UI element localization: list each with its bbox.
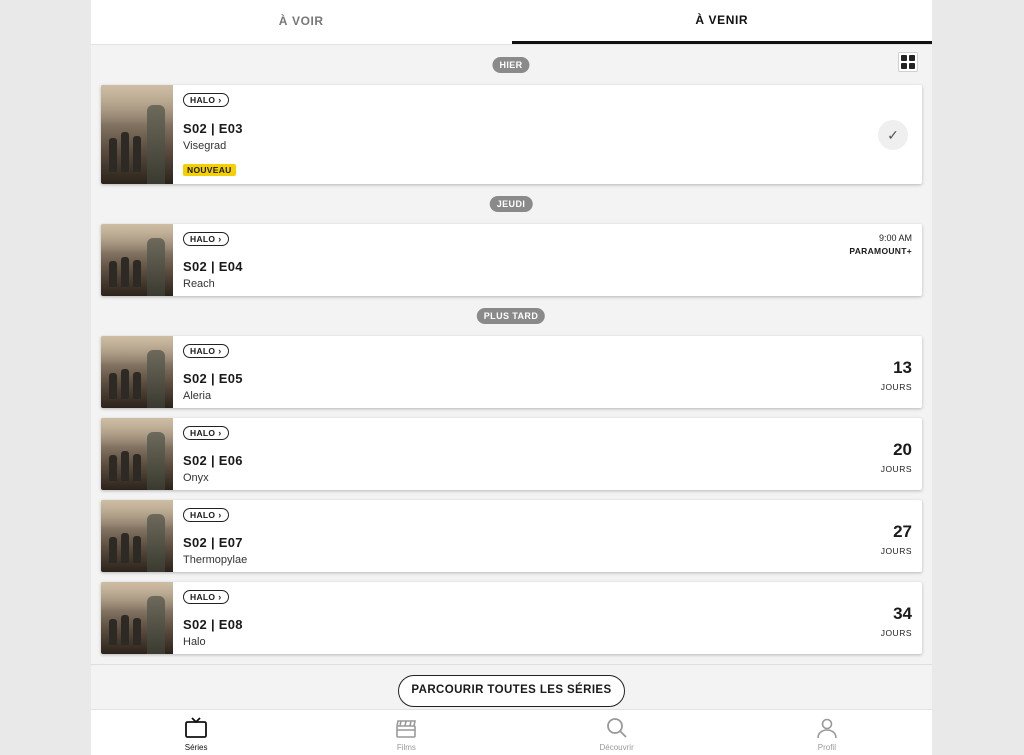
days-unit: JOURS xyxy=(880,546,912,556)
episode-thumbnail xyxy=(101,224,173,296)
chevron-right-icon: › xyxy=(218,234,222,244)
days-countdown: 27 JOURS xyxy=(881,522,912,556)
episode-number: S02 | E06 xyxy=(183,453,243,468)
days-count: 27 xyxy=(893,522,912,541)
user-icon xyxy=(817,718,837,739)
show-name: HALO xyxy=(190,234,216,244)
new-badge: NOUVEAU xyxy=(183,164,236,176)
show-tag-halo[interactable]: HALO › xyxy=(183,344,229,358)
days-countdown: 20 JOURS xyxy=(881,440,912,474)
show-name: HALO xyxy=(190,95,216,105)
episode-title: Thermopylae xyxy=(183,554,248,566)
episode-card[interactable]: HALO › S02 | E03 Visegrad NOUVEAU ✓ xyxy=(101,85,922,184)
days-unit: JOURS xyxy=(880,628,912,638)
nav-label: Profil xyxy=(817,743,836,752)
network-name: PARAMOUNT+ xyxy=(849,246,912,256)
show-tag-halo[interactable]: HALO › xyxy=(183,508,229,522)
episode-card[interactable]: HALO › S02 | E07 Thermopylae 27 JOURS xyxy=(101,500,922,572)
episode-thumbnail xyxy=(101,582,173,654)
episode-card[interactable]: HALO › S02 | E05 Aleria 13 JOURS xyxy=(101,336,922,408)
section-label-later: PLUS TARD xyxy=(476,308,546,324)
episode-card[interactable]: HALO › S02 | E04 Reach 9:00 AM PARAMOUNT… xyxy=(101,224,922,296)
episode-title: Aleria xyxy=(183,390,212,402)
tab-to-watch[interactable]: À VOIR xyxy=(91,0,512,44)
show-tag-halo[interactable]: HALO › xyxy=(183,93,229,107)
air-time-block: 9:00 AM PARAMOUNT+ xyxy=(849,233,912,256)
episode-title: Halo xyxy=(183,636,206,648)
tab-bar: À VOIR À VENIR xyxy=(91,0,932,45)
days-countdown: 13 JOURS xyxy=(881,358,912,392)
tv-icon xyxy=(185,717,208,738)
nav-label: Découvrir xyxy=(599,743,634,752)
show-tag-halo[interactable]: HALO › xyxy=(183,590,229,604)
nav-series[interactable]: Séries xyxy=(91,710,301,755)
days-count: 34 xyxy=(893,604,912,623)
nav-discover[interactable]: Découvrir xyxy=(512,710,722,755)
app-container: À VOIR À VENIR HIER HALO › S02 | E03 Vis… xyxy=(91,0,932,755)
chevron-right-icon: › xyxy=(218,592,222,602)
section-label-thursday: JEUDI xyxy=(489,196,533,212)
episode-title: Onyx xyxy=(183,472,209,484)
days-count: 13 xyxy=(893,358,912,377)
nav-label: Séries xyxy=(184,743,208,752)
episode-thumbnail xyxy=(101,418,173,490)
divider xyxy=(91,664,932,665)
episode-number: S02 | E05 xyxy=(183,371,243,386)
episode-card[interactable]: HALO › S02 | E06 Onyx 20 JOURS xyxy=(101,418,922,490)
episode-thumbnail xyxy=(101,85,173,184)
chevron-right-icon: › xyxy=(218,428,222,438)
episode-number: S02 | E07 xyxy=(183,535,243,550)
show-tag-halo[interactable]: HALO › xyxy=(183,426,229,440)
episode-thumbnail xyxy=(101,500,173,572)
show-name: HALO xyxy=(190,346,216,356)
days-count: 20 xyxy=(893,440,912,459)
episode-card[interactable]: HALO › S02 | E08 Halo 34 JOURS xyxy=(101,582,922,654)
grid-view-icon[interactable] xyxy=(898,52,918,72)
days-countdown: 34 JOURS xyxy=(881,604,912,638)
chevron-right-icon: › xyxy=(218,510,222,520)
section-label-yesterday: HIER xyxy=(492,57,530,73)
nav-label: Films xyxy=(396,743,416,752)
episode-thumbnail xyxy=(101,336,173,408)
chevron-right-icon: › xyxy=(218,95,222,105)
show-name: HALO xyxy=(190,592,216,602)
show-tag-halo[interactable]: HALO › xyxy=(183,232,229,246)
clapperboard-icon xyxy=(396,720,417,738)
show-name: HALO xyxy=(190,428,216,438)
episode-number: S02 | E04 xyxy=(183,259,243,274)
days-unit: JOURS xyxy=(880,382,912,392)
episode-number: S02 | E03 xyxy=(183,121,243,136)
episode-title: Visegrad xyxy=(183,140,227,152)
episode-title: Reach xyxy=(183,278,215,290)
episode-number: S02 | E08 xyxy=(183,617,243,632)
bottom-nav: Séries Films Découvrir Profil xyxy=(91,709,932,755)
chevron-right-icon: › xyxy=(218,346,222,356)
show-name: HALO xyxy=(190,510,216,520)
tab-upcoming[interactable]: À VENIR xyxy=(511,0,932,44)
air-time: 9:00 AM xyxy=(878,233,912,243)
search-icon xyxy=(606,718,627,738)
browse-all-series-button[interactable]: PARCOURIR TOUTES LES SÉRIES xyxy=(398,675,625,707)
nav-films[interactable]: Films xyxy=(301,710,511,755)
days-unit: JOURS xyxy=(880,464,912,474)
check-icon[interactable]: ✓ xyxy=(878,120,908,150)
nav-profile[interactable]: Profil xyxy=(722,710,932,755)
